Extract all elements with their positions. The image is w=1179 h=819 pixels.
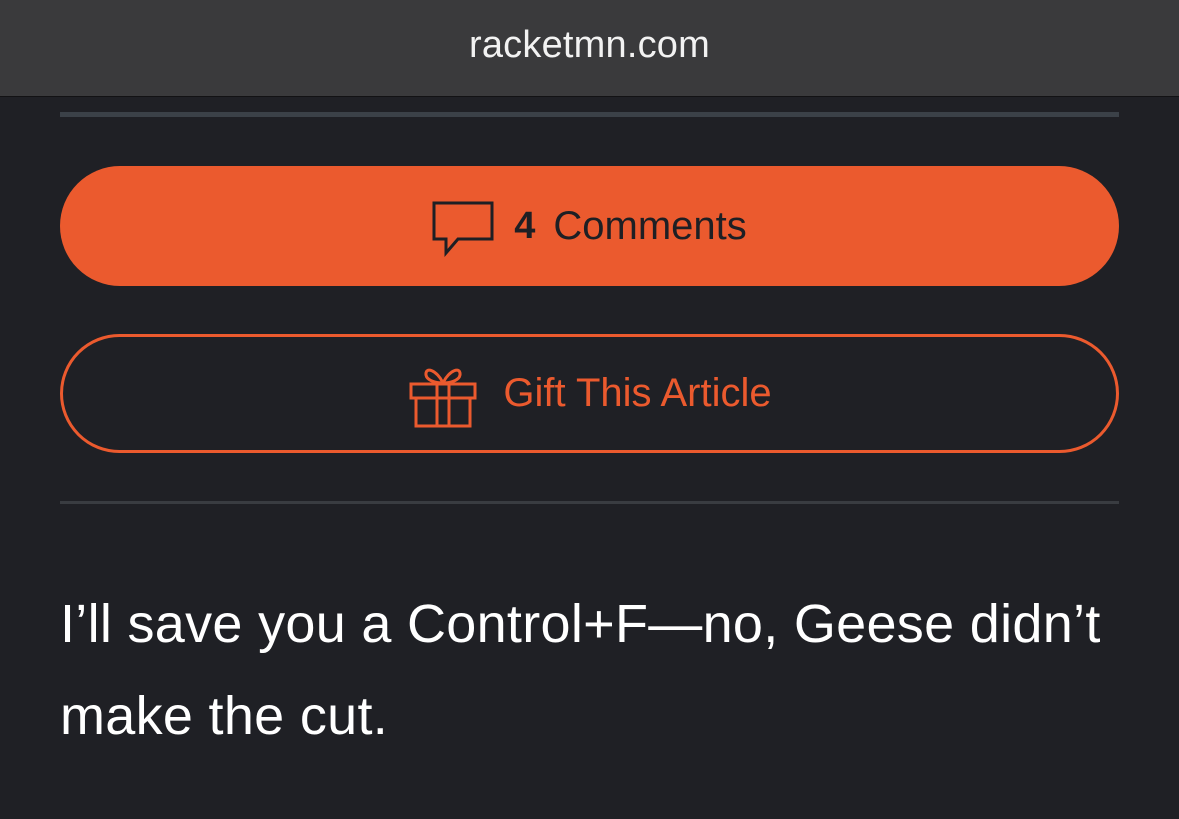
article-content: 4 Comments Gift This Article I’ll save y… <box>0 98 1179 819</box>
gift-article-button[interactable]: Gift This Article <box>60 334 1119 453</box>
browser-address-bar[interactable]: racketmn.com <box>0 0 1179 97</box>
gift-icon <box>409 368 477 427</box>
top-divider <box>60 112 1119 117</box>
url-text[interactable]: racketmn.com <box>469 24 710 67</box>
section-divider <box>60 501 1119 504</box>
comments-count: 4 <box>514 204 536 247</box>
comments-label: Comments <box>553 203 747 248</box>
speech-bubble-icon <box>432 201 494 257</box>
article-paragraph: I’ll save you a Control+F—no, Geese didn… <box>60 594 1101 746</box>
comments-button[interactable]: 4 Comments <box>60 166 1119 286</box>
gift-article-label: Gift This Article <box>503 371 772 415</box>
